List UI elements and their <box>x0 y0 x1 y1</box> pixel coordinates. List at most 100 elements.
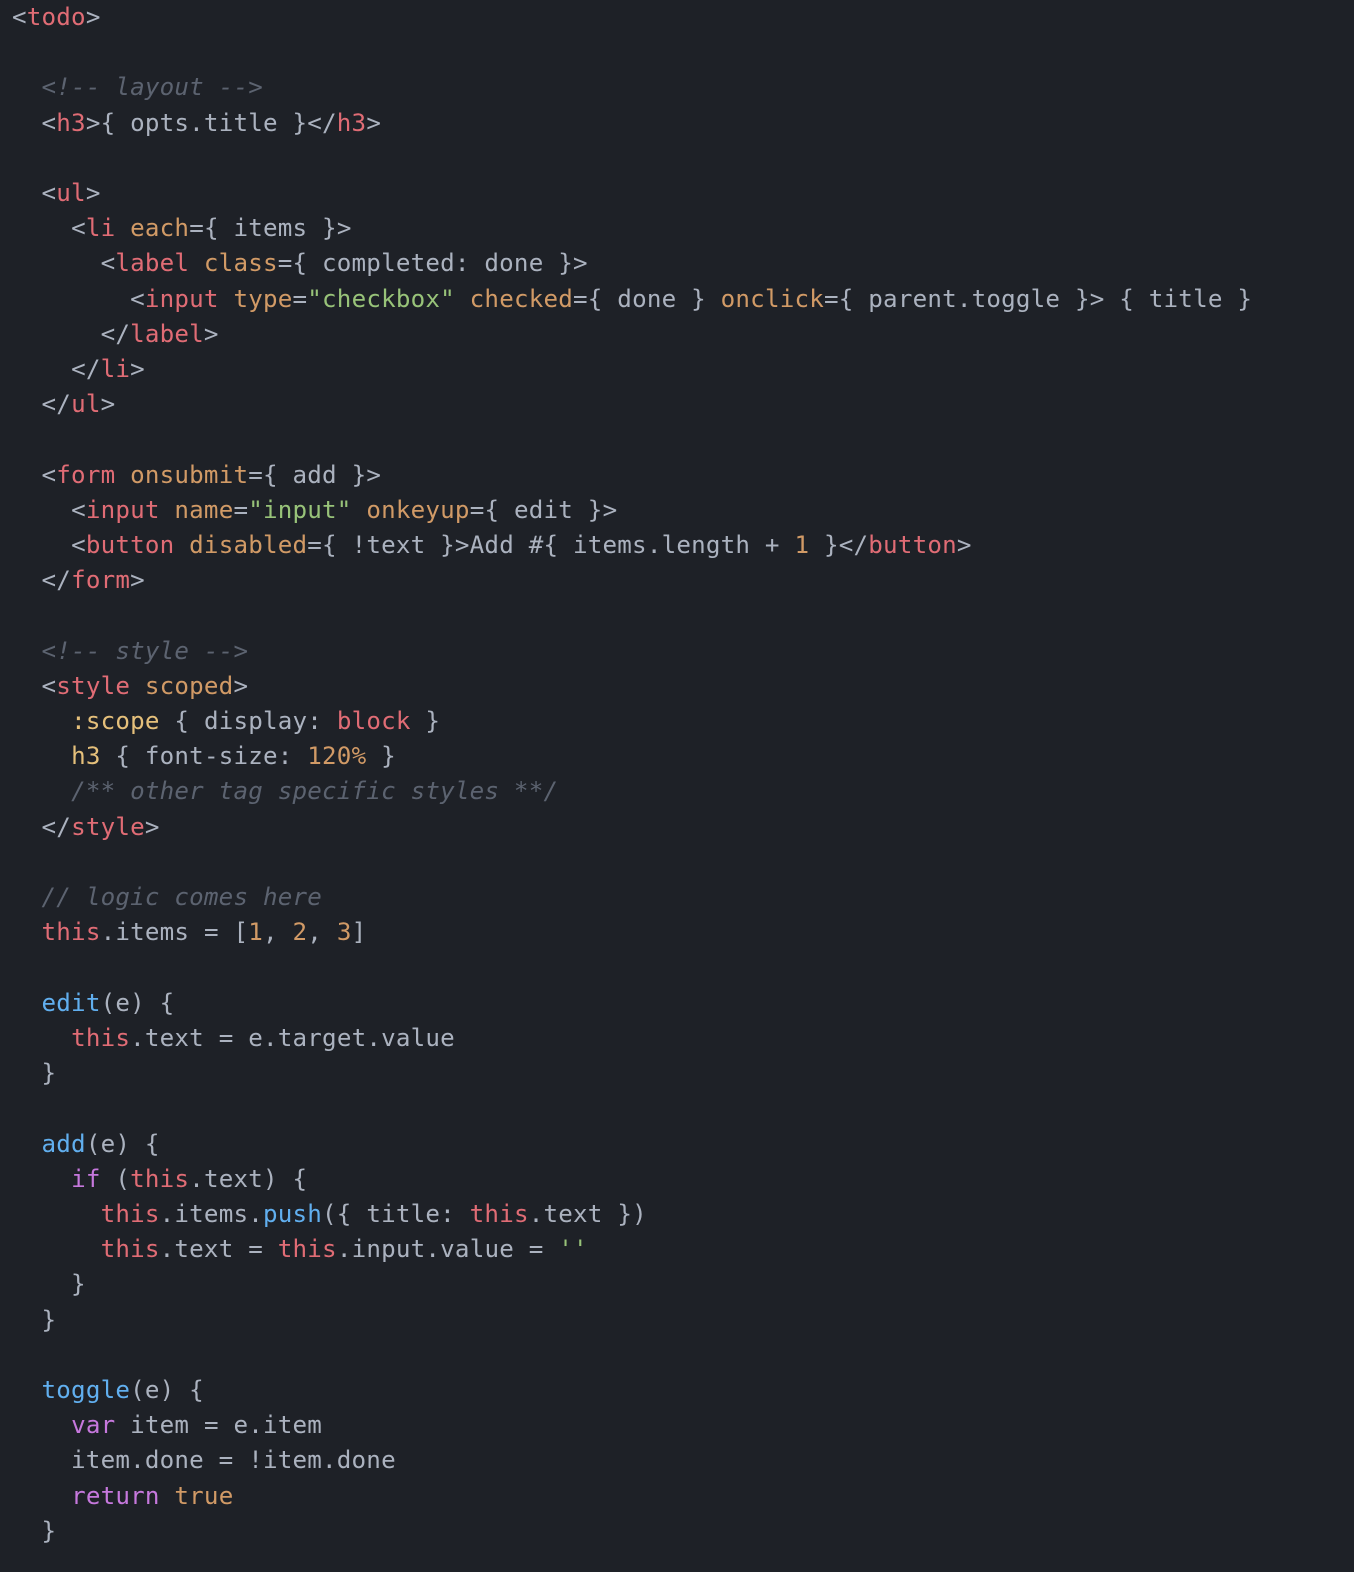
token-attr: onkeyup <box>366 496 469 524</box>
token-punct: . <box>160 1200 175 1228</box>
token-fg <box>12 637 42 665</box>
token-fg <box>352 496 367 524</box>
code-line: <!-- style --> <box>12 637 248 665</box>
token-punct: > <box>366 109 381 137</box>
token-fg: input.value <box>352 1235 514 1263</box>
token-punct: > <box>957 531 972 559</box>
code-line: this.text = e.target.value <box>12 1024 455 1052</box>
token-fg <box>263 1235 278 1263</box>
token-tag: style <box>56 672 130 700</box>
token-punct: </ <box>42 390 72 418</box>
token-comment: /** other tag specific styles **/ <box>71 777 558 805</box>
code-line: :scope { display: block } <box>12 707 440 735</box>
token-fg <box>12 73 42 101</box>
token-fg: [ <box>219 918 249 946</box>
token-fg: text <box>544 1200 603 1228</box>
token-punct: ! <box>248 1446 263 1474</box>
code-line: edit(e) { <box>12 989 174 1017</box>
token-fg <box>12 320 101 348</box>
token-punct: = <box>573 285 588 313</box>
token-fg <box>219 285 234 313</box>
token-punct: > <box>130 355 145 383</box>
token-punct: </ <box>101 320 131 348</box>
token-keyword: var <box>71 1411 115 1439</box>
token-punct: > <box>573 249 588 277</box>
token-fg <box>130 672 145 700</box>
token-punct: = <box>248 461 263 489</box>
token-punct: < <box>12 3 27 31</box>
token-fg: ) { <box>160 1376 204 1404</box>
token-fg: } <box>366 742 396 770</box>
token-fg <box>115 461 130 489</box>
token-fg <box>12 1024 71 1052</box>
token-fg <box>174 531 189 559</box>
token-fg <box>12 1130 42 1158</box>
code-block: <todo> <!-- layout --> <h3>{ opts.title … <box>0 0 1354 1572</box>
token-punct: = <box>204 1411 219 1439</box>
token-fg <box>12 883 42 911</box>
token-punct: = <box>293 285 308 313</box>
token-ident: this <box>42 918 101 946</box>
token-fg <box>160 1482 175 1510</box>
token-punct: . <box>529 1200 544 1228</box>
token-fg: item <box>115 1411 204 1439</box>
token-fg: { opts.title } <box>101 109 308 137</box>
token-fg: item.done <box>12 1446 219 1474</box>
token-fg <box>189 249 204 277</box>
token-fg: { add } <box>263 461 366 489</box>
token-func: toggle <box>42 1376 131 1404</box>
code-line: /** other tag specific styles **/ <box>12 777 558 805</box>
token-fg <box>12 566 42 594</box>
token-prop: :scope <box>71 707 160 735</box>
token-fg: ( <box>86 1130 101 1158</box>
token-ident: block <box>337 707 411 735</box>
token-fg: } <box>12 1306 56 1334</box>
token-punct: < <box>71 496 86 524</box>
token-ident: this <box>130 1165 189 1193</box>
token-punct: </ <box>307 109 337 137</box>
code-line: } <box>12 1306 56 1334</box>
code-line: <todo> <box>12 3 101 31</box>
token-punct: > <box>145 813 160 841</box>
token-tag: ul <box>71 390 101 418</box>
code-line: <input type="checkbox" checked={ done } … <box>12 285 1252 313</box>
token-string: "input" <box>248 496 351 524</box>
token-fg: items. <box>174 1200 263 1228</box>
code-line: // logic comes here <box>12 883 322 911</box>
token-ident: this <box>71 1024 130 1052</box>
token-punct: = <box>824 285 839 313</box>
token-comment: // logic comes here <box>42 883 322 911</box>
token-func: add <box>42 1130 86 1158</box>
code-line: <button disabled={ !text }>Add #{ items.… <box>12 531 972 559</box>
token-fg: e <box>115 989 130 1017</box>
token-string: "checkbox" <box>307 285 455 313</box>
token-punct: > <box>337 214 352 242</box>
token-fg: e.target.value <box>233 1024 454 1052</box>
token-fg <box>12 285 130 313</box>
token-comment: <!-- layout --> <box>42 73 263 101</box>
token-fg <box>12 1482 71 1510</box>
token-tag: input <box>145 285 219 313</box>
token-punct: < <box>130 285 145 313</box>
token-fg <box>12 355 71 383</box>
token-comment: <!-- style --> <box>42 637 249 665</box>
token-attr: onclick <box>721 285 824 313</box>
token-punct: </ <box>42 566 72 594</box>
code-line: <style scoped> <box>12 672 248 700</box>
token-punct: > <box>366 461 381 489</box>
token-fg <box>160 496 175 524</box>
token-attr: name <box>174 496 233 524</box>
token-fg: ( <box>101 989 116 1017</box>
code-line: <form onsubmit={ add }> <box>12 461 381 489</box>
token-fg: { items } <box>204 214 337 242</box>
token-fg <box>12 989 42 1017</box>
token-punct: = <box>529 1235 544 1263</box>
token-fg <box>544 1235 559 1263</box>
token-punct: > <box>86 3 101 31</box>
token-num: 1 <box>794 531 809 559</box>
token-punct: > <box>101 390 116 418</box>
token-fg <box>12 179 42 207</box>
token-fg: ) { <box>263 1165 307 1193</box>
code-line: </ul> <box>12 390 115 418</box>
token-fg <box>233 1446 248 1474</box>
